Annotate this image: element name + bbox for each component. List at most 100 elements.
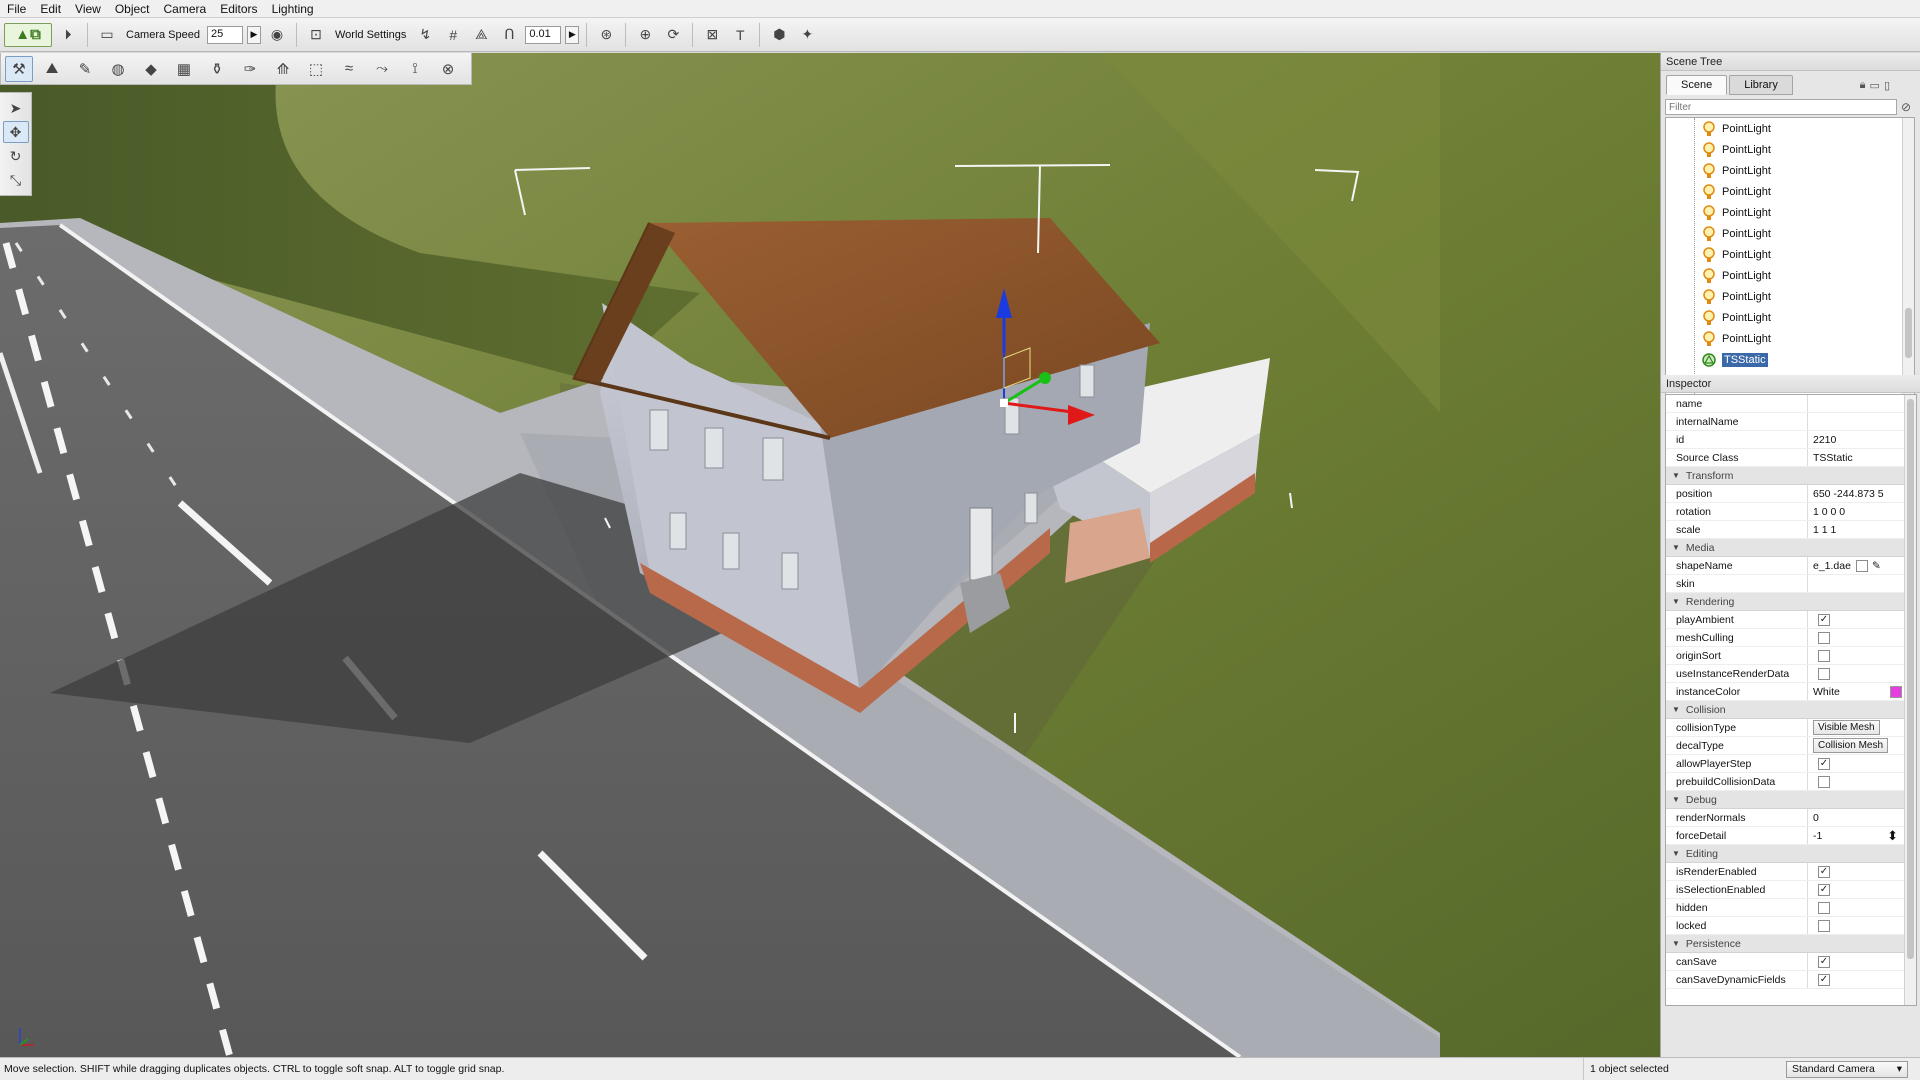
- datablock-editor-icon[interactable]: ▦: [170, 56, 198, 82]
- tree-item-pointlight[interactable]: PointLight: [1666, 223, 1914, 244]
- magnet-icon[interactable]: Ո: [497, 23, 521, 47]
- prebuildCollisionData-checkbox[interactable]: [1818, 775, 1830, 788]
- terrain-painter-icon[interactable]: ✎: [71, 56, 99, 82]
- field-value[interactable]: e_1.dae ✎: [1808, 557, 1916, 574]
- world-transform-icon[interactable]: ⊕: [633, 23, 657, 47]
- decal-editor-icon[interactable]: ✑: [236, 56, 264, 82]
- collapse-triangle-icon[interactable]: ▼: [1672, 849, 1680, 858]
- collapse-triangle-icon[interactable]: ▼: [1672, 705, 1680, 714]
- fit-view-icon[interactable]: ⊡: [304, 23, 328, 47]
- scene-filter-input[interactable]: [1665, 99, 1897, 115]
- collapse-triangle-icon[interactable]: ▼: [1672, 471, 1680, 480]
- spinner-arrows-icon[interactable]: ⬍: [1887, 828, 1898, 844]
- lock-icon[interactable]: 🔒︎: [1860, 79, 1866, 92]
- folder-icon[interactable]: ▭: [1870, 79, 1880, 92]
- object-transform-icon[interactable]: ⟳: [661, 23, 685, 47]
- editor-logo-icon[interactable]: ▲⧉: [4, 22, 52, 47]
- tree-item-pointlight[interactable]: PointLight: [1666, 286, 1914, 307]
- select-arrow-icon[interactable]: ➤: [3, 97, 29, 119]
- snap-to-terrain-icon[interactable]: ↯: [413, 23, 437, 47]
- tree-item-pointlight[interactable]: PointLight: [1666, 202, 1914, 223]
- collapse-triangle-icon[interactable]: ▼: [1672, 795, 1680, 804]
- tree-item-pointlight[interactable]: PointLight: [1666, 328, 1914, 349]
- bounds-snap-icon[interactable]: ⟁: [469, 23, 493, 47]
- canSaveDynamicFields-checkbox[interactable]: ✓: [1818, 973, 1830, 986]
- field-value[interactable]: [1808, 575, 1916, 592]
- rotate-tool-icon[interactable]: ↻: [3, 145, 29, 167]
- menu-file[interactable]: File: [0, 0, 33, 18]
- scale-tool-icon[interactable]: ⤡: [3, 169, 29, 191]
- allowPlayerStep-checkbox[interactable]: ✓: [1818, 757, 1830, 770]
- tree-item-tsstatic[interactable]: TSStatic: [1666, 349, 1914, 370]
- field-value[interactable]: ✓: [1808, 881, 1916, 898]
- field-value[interactable]: [1808, 413, 1916, 430]
- field-value[interactable]: [1808, 665, 1916, 682]
- text-label-icon[interactable]: T: [728, 23, 752, 47]
- camera-icon[interactable]: ▭: [95, 23, 119, 47]
- camera-speed-arrow-icon[interactable]: ▶: [247, 25, 261, 44]
- tree-item-pointlight[interactable]: PointLight: [1666, 160, 1914, 181]
- tree-item-pointlight[interactable]: PointLight: [1666, 244, 1914, 265]
- field-value[interactable]: ✓: [1808, 611, 1916, 628]
- shape-editor-icon[interactable]: ⊗: [434, 56, 462, 82]
- field-value[interactable]: [1808, 773, 1916, 790]
- scrollbar-thumb[interactable]: [1907, 399, 1914, 959]
- tab-library[interactable]: Library: [1729, 75, 1793, 95]
- section-transform[interactable]: ▼ Transform: [1666, 467, 1916, 485]
- collapse-triangle-icon[interactable]: ▼: [1672, 939, 1680, 948]
- scene-tree-list[interactable]: PointLight PointLight PointLight PointLight…: [1665, 117, 1915, 419]
- clear-filter-icon[interactable]: ⊘: [1901, 100, 1911, 114]
- menu-camera[interactable]: Camera: [157, 0, 214, 18]
- camera-speed-input[interactable]: 25: [207, 25, 243, 44]
- edit-file-icon[interactable]: ✎: [1872, 560, 1881, 572]
- navmesh-editor-icon[interactable]: ⟟: [401, 56, 429, 82]
- locked-checkbox[interactable]: [1818, 919, 1830, 932]
- scrollbar-thumb[interactable]: [1905, 308, 1912, 358]
- field-value[interactable]: [1808, 899, 1916, 916]
- selection-box-icon[interactable]: ⊠: [700, 23, 724, 47]
- scene-render[interactable]: [0, 53, 1660, 1057]
- field-value[interactable]: ✓: [1808, 953, 1916, 970]
- field-value[interactable]: 2210: [1808, 431, 1916, 448]
- tree-item-pointlight[interactable]: PointLight: [1666, 265, 1914, 286]
- section-persistence[interactable]: ▼ Persistence: [1666, 935, 1916, 953]
- inspector-scrollbar[interactable]: [1904, 395, 1916, 1005]
- useInstanceRenderData-checkbox[interactable]: [1818, 667, 1830, 680]
- tree-item-pointlight[interactable]: PointLight: [1666, 307, 1914, 328]
- object-center-icon[interactable]: ⊛: [594, 23, 618, 47]
- forest-editor-icon[interactable]: ⟰: [269, 56, 297, 82]
- originSort-checkbox[interactable]: [1818, 649, 1830, 662]
- decalType-dropdown[interactable]: Collision Mesh: [1813, 738, 1889, 753]
- color-swatch[interactable]: [1889, 685, 1902, 698]
- collapse-triangle-icon[interactable]: ▼: [1672, 597, 1680, 606]
- tab-scene[interactable]: Scene: [1666, 75, 1728, 95]
- physics-icon[interactable]: ✦: [795, 23, 819, 47]
- grid-snap-icon[interactable]: #: [441, 23, 465, 47]
- snap-size-input[interactable]: 0.01: [525, 25, 562, 44]
- road-editor-icon[interactable]: ⤳: [368, 56, 396, 82]
- field-value[interactable]: [1808, 629, 1916, 646]
- object-editor-icon[interactable]: ⚒: [5, 55, 33, 82]
- delete-icon[interactable]: ▯: [1884, 79, 1890, 92]
- menu-edit[interactable]: Edit: [33, 0, 68, 18]
- snap-size-arrow-icon[interactable]: ▶: [565, 25, 580, 44]
- canSave-checkbox[interactable]: ✓: [1818, 955, 1830, 968]
- field-value[interactable]: [1808, 647, 1916, 664]
- material-editor-icon[interactable]: ◍: [104, 56, 132, 82]
- menu-view[interactable]: View: [68, 0, 108, 18]
- tree-item-pointlight[interactable]: PointLight: [1666, 139, 1914, 160]
- field-value[interactable]: White: [1808, 683, 1916, 700]
- menu-object[interactable]: Object: [108, 0, 157, 18]
- meshCulling-checkbox[interactable]: [1818, 631, 1830, 644]
- move-tool-icon[interactable]: ✥: [2, 121, 29, 143]
- mesh-road-editor-icon[interactable]: ⬚: [302, 56, 330, 82]
- river-editor-icon[interactable]: ≈: [335, 56, 363, 82]
- field-value[interactable]: [1808, 917, 1916, 934]
- drop-object-icon[interactable]: ⬢: [767, 23, 791, 47]
- sketch-tool-icon[interactable]: ◆: [137, 56, 165, 82]
- field-value[interactable]: ✓: [1808, 755, 1916, 772]
- menu-lighting[interactable]: Lighting: [265, 0, 321, 18]
- field-value[interactable]: Collision Mesh: [1808, 737, 1916, 754]
- field-value[interactable]: TSStatic: [1808, 449, 1916, 466]
- playAmbient-checkbox[interactable]: ✓: [1818, 613, 1830, 626]
